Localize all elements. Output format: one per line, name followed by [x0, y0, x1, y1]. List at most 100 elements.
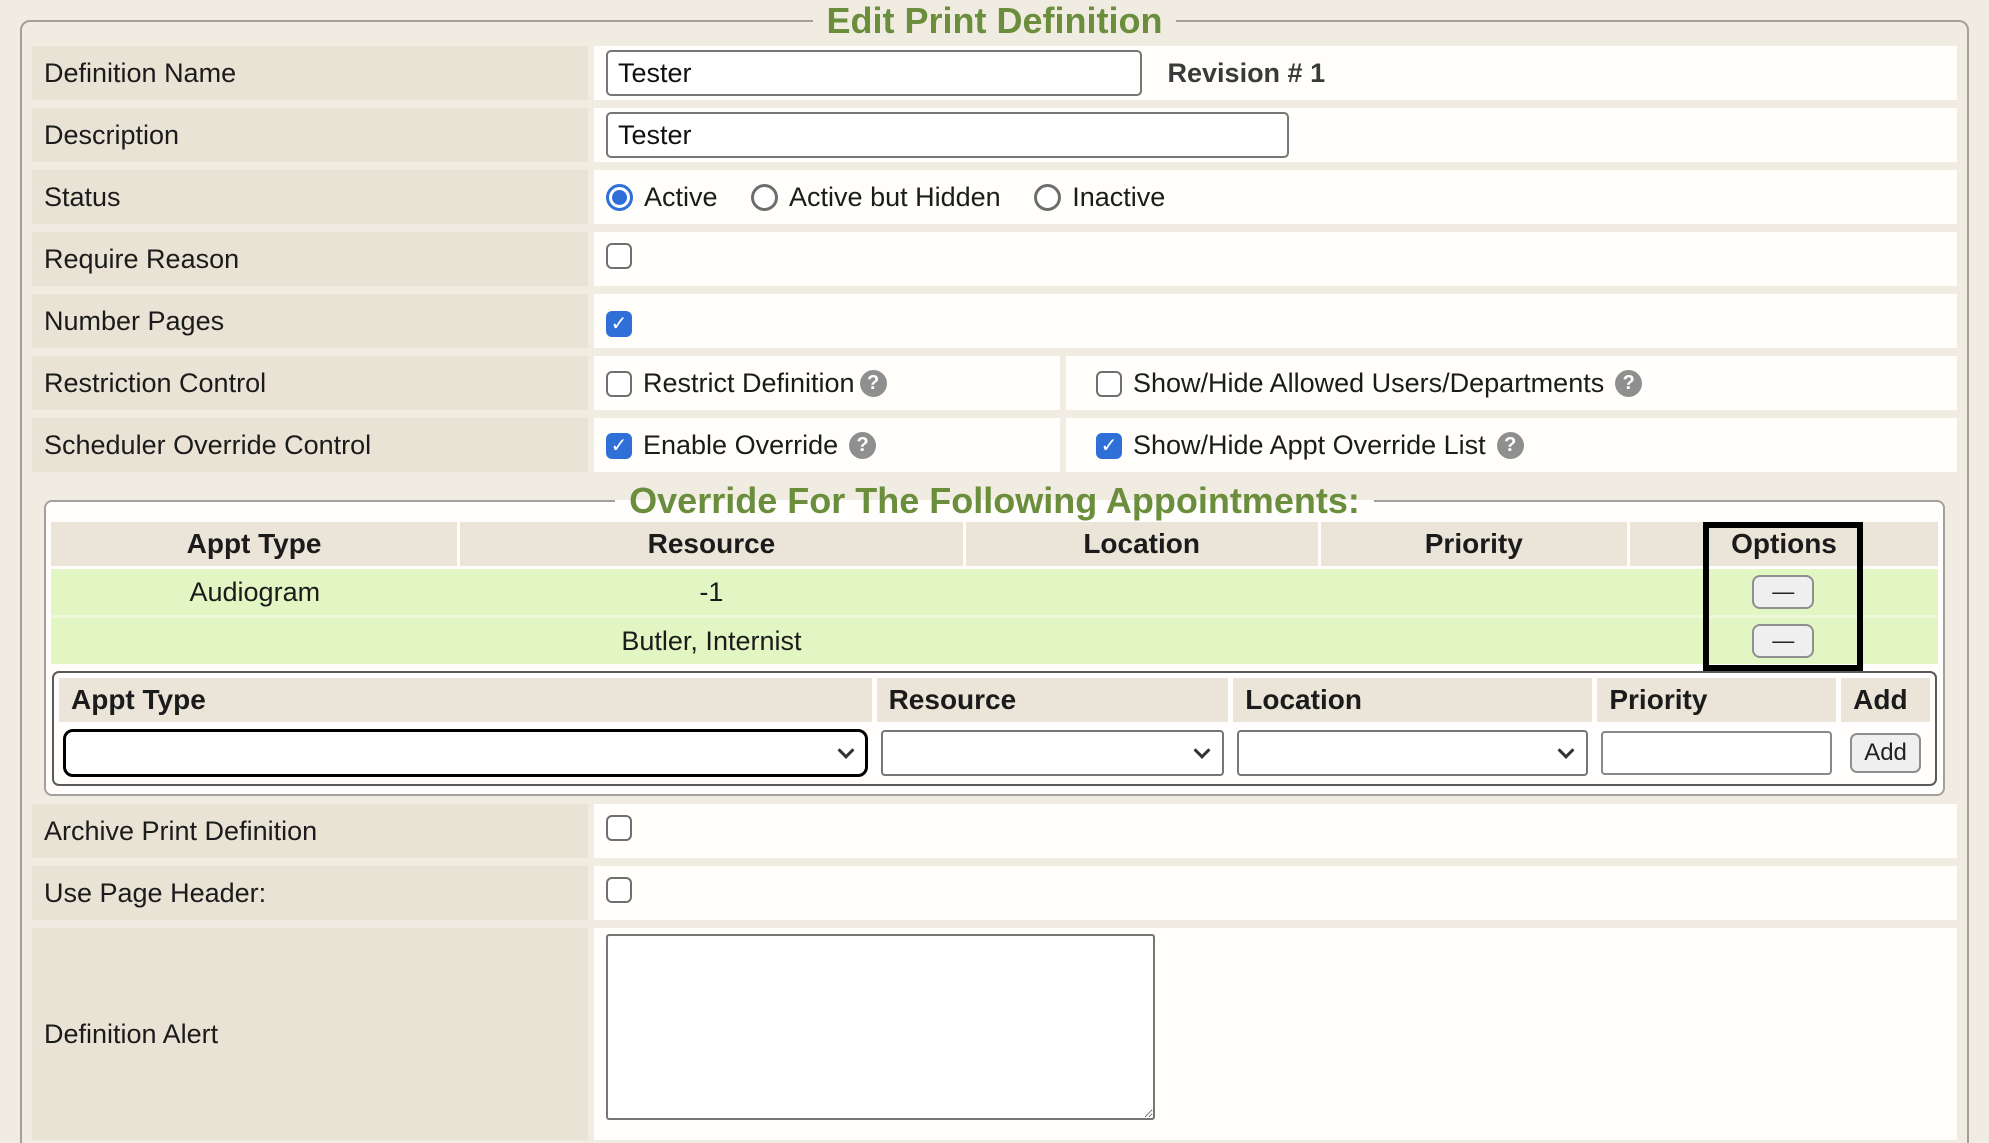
status-radio-inactive-label: Inactive	[1072, 182, 1165, 213]
show-hide-appt-help-icon[interactable]: ?	[1497, 432, 1524, 459]
show-hide-appt-checkbox[interactable]: ✓	[1096, 433, 1122, 459]
add-col-add: Add	[1841, 678, 1930, 722]
override-options-cell: —	[1629, 617, 1939, 665]
edit-print-definition-fieldset: Edit Print Definition Definition Name Re…	[20, 0, 1969, 1143]
add-priority-cell	[1597, 727, 1836, 779]
resource-select[interactable]	[881, 730, 1225, 776]
show-hide-appt-label: Show/Hide Appt Override List	[1133, 430, 1486, 461]
checkmark-icon: ✓	[1101, 436, 1118, 456]
status-row: Status Active Active but Hidden Inactive	[32, 170, 1957, 224]
definition-alert-textarea[interactable]	[606, 934, 1155, 1120]
add-col-priority: Priority	[1597, 678, 1836, 722]
override-section-row: Override For The Following Appointments:…	[32, 480, 1957, 796]
require-reason-row: Require Reason ✓	[32, 232, 1957, 286]
print-definition-form-table: Definition Name Revision # 1 Description…	[26, 38, 1963, 1143]
use-page-header-checkbox[interactable]: ✓	[606, 877, 632, 903]
show-hide-users-cell: ✓ Show/Hide Allowed Users/Departments ?	[1066, 356, 1957, 410]
override-resource-value: -1	[459, 568, 965, 617]
show-hide-users-label: Show/Hide Allowed Users/Departments	[1133, 368, 1604, 399]
add-override-table: Appt Type Resource Location Priority Add	[52, 671, 1937, 786]
number-pages-row: Number Pages ✓	[32, 294, 1957, 348]
status-radio-active-label: Active	[644, 182, 718, 213]
override-appointments-table: Appt Type Resource Location Priority Opt…	[51, 522, 1938, 664]
status-radio-active-but-hidden[interactable]	[751, 184, 778, 211]
status-radio-active-but-hidden-label: Active but Hidden	[789, 182, 1001, 213]
definition-name-label: Definition Name	[32, 46, 588, 100]
number-pages-checkbox[interactable]: ✓	[606, 311, 632, 337]
status-radio-inactive[interactable]	[1034, 184, 1061, 211]
restrict-definition-cell: ✓ Restrict Definition ?	[594, 356, 1060, 410]
checkmark-icon: ✓	[611, 314, 628, 334]
definition-name-input[interactable]	[606, 50, 1142, 96]
enable-override-help-icon[interactable]: ?	[849, 432, 876, 459]
override-row-butler: Butler, Internist —	[51, 617, 1938, 665]
override-col-appt-type: Appt Type	[51, 522, 459, 568]
use-page-header-cell: ✓	[594, 866, 1957, 920]
use-page-header-row: Use Page Header: ✓	[32, 866, 1957, 920]
override-col-options: Options	[1629, 522, 1939, 568]
remove-override-button[interactable]: —	[1752, 624, 1814, 658]
enable-override-checkbox[interactable]: ✓	[606, 433, 632, 459]
require-reason-checkbox[interactable]: ✓	[606, 243, 632, 269]
status-label: Status	[32, 170, 588, 224]
restrict-definition-label: Restrict Definition	[643, 368, 855, 399]
add-col-location: Location	[1233, 678, 1592, 722]
use-page-header-label: Use Page Header:	[32, 866, 588, 920]
edit-print-definition-page: Edit Print Definition Definition Name Re…	[0, 0, 1989, 1143]
add-resource-cell	[877, 727, 1229, 779]
add-appt-type-cell	[59, 727, 872, 779]
scheduler-override-row: Scheduler Override Control ✓ Enable Over…	[32, 418, 1957, 472]
revision-number: Revision # 1	[1168, 58, 1326, 88]
add-override-button[interactable]: Add	[1850, 733, 1921, 773]
restriction-control-row: Restriction Control ✓ Restrict Definitio…	[32, 356, 1957, 410]
definition-alert-label: Definition Alert	[32, 928, 588, 1140]
restrict-definition-checkbox[interactable]: ✓	[606, 371, 632, 397]
show-hide-users-help-icon[interactable]: ?	[1615, 370, 1642, 397]
override-priority-value	[1319, 617, 1628, 665]
definition-name-row: Definition Name Revision # 1	[32, 46, 1957, 100]
appt-type-select[interactable]	[63, 729, 868, 777]
archive-cell: ✓	[594, 804, 1957, 858]
description-input[interactable]	[606, 112, 1289, 158]
status-radio-active[interactable]	[606, 184, 633, 211]
override-col-location: Location	[964, 522, 1319, 568]
definition-alert-row: Definition Alert	[32, 928, 1957, 1140]
override-location-value	[964, 617, 1319, 665]
number-pages-cell: ✓	[594, 294, 1957, 348]
show-hide-users-checkbox[interactable]: ✓	[1096, 371, 1122, 397]
restriction-control-label: Restriction Control	[32, 356, 588, 410]
override-options-cell: —	[1629, 568, 1939, 617]
add-override-header-row: Appt Type Resource Location Priority Add	[59, 678, 1930, 722]
add-location-cell	[1233, 727, 1592, 779]
add-col-appt-type: Appt Type	[59, 678, 872, 722]
definition-name-cell: Revision # 1	[594, 46, 1957, 100]
archive-row: Archive Print Definition ✓	[32, 804, 1957, 858]
page-title: Edit Print Definition	[813, 0, 1177, 42]
scheduler-override-label: Scheduler Override Control	[32, 418, 588, 472]
number-pages-label: Number Pages	[32, 294, 588, 348]
description-label: Description	[32, 108, 588, 162]
require-reason-cell: ✓	[594, 232, 1957, 286]
require-reason-label: Require Reason	[32, 232, 588, 286]
description-cell	[594, 108, 1957, 162]
override-appt-type-value	[51, 617, 459, 665]
override-priority-value	[1319, 568, 1628, 617]
override-col-priority: Priority	[1319, 522, 1628, 568]
priority-input[interactable]	[1601, 731, 1832, 775]
override-table-wrap: Appt Type Resource Location Priority Opt…	[51, 522, 1938, 664]
enable-override-label: Enable Override	[643, 430, 838, 461]
override-appt-type-value: Audiogram	[51, 568, 459, 617]
add-override-controls-row: Add	[59, 727, 1930, 779]
description-row: Description	[32, 108, 1957, 162]
add-col-resource: Resource	[877, 678, 1229, 722]
restrict-definition-help-icon[interactable]: ?	[860, 370, 887, 397]
show-hide-appt-cell: ✓ Show/Hide Appt Override List ?	[1066, 418, 1957, 472]
override-appointments-fieldset: Override For The Following Appointments:…	[44, 480, 1945, 796]
definition-alert-cell	[594, 928, 1957, 1140]
remove-override-button[interactable]: —	[1752, 575, 1814, 609]
location-select[interactable]	[1237, 730, 1588, 776]
override-col-resource: Resource	[459, 522, 965, 568]
enable-override-cell: ✓ Enable Override ?	[594, 418, 1060, 472]
archive-checkbox[interactable]: ✓	[606, 815, 632, 841]
override-section-title: Override For The Following Appointments:	[615, 480, 1374, 522]
